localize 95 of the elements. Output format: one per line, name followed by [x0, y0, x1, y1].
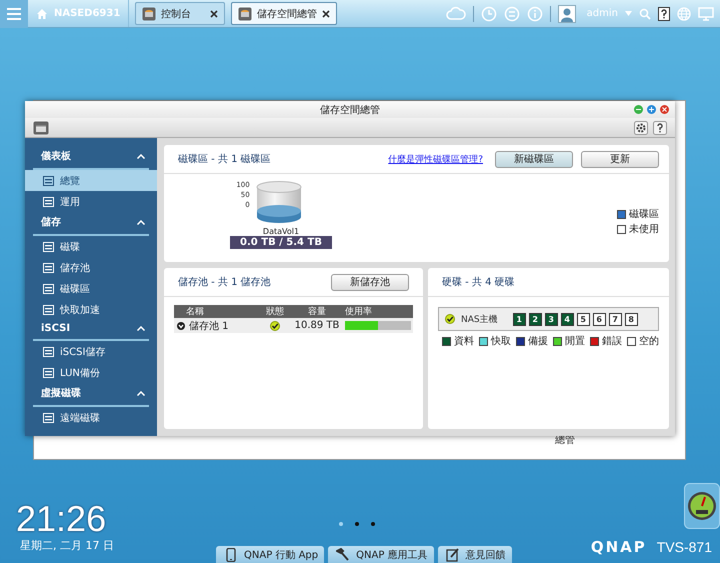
section-title: 儲存 — [41, 216, 61, 229]
sidebar-item[interactable]: 總覽 — [25, 170, 157, 191]
legend-label: 備援 — [528, 335, 548, 348]
collapse-caret-icon[interactable] — [137, 220, 145, 224]
help-link[interactable]: 什麼是彈性磁碟區管理? — [388, 152, 483, 166]
column-header: 使用率 — [345, 306, 373, 318]
item-icon — [43, 262, 54, 272]
item-icon — [43, 196, 54, 206]
sidebar-item[interactable]: 磁碟區 — [25, 278, 157, 299]
dock-button[interactable]: QNAP 行動 App — [216, 546, 324, 563]
brand-logo: QNAP — [590, 538, 647, 556]
disk-slot[interactable]: 4 — [560, 312, 574, 326]
legend-label: 閒置 — [565, 334, 585, 348]
close-icon[interactable] — [210, 10, 218, 18]
legend-label: 磁碟區 — [629, 208, 659, 221]
sidebar-item[interactable]: 磁碟 — [25, 236, 157, 257]
panel-title: 硬碟 - 共 4 硬碟 — [442, 276, 515, 289]
legend-label: 快取 — [491, 334, 511, 348]
item-icon — [43, 176, 54, 186]
home-icon — [36, 8, 48, 20]
section-title: iSCSI — [41, 323, 70, 334]
app-tab[interactable]: 儲存空間總管 — [231, 2, 337, 25]
help-icon[interactable] — [658, 6, 670, 20]
item-icon — [43, 242, 54, 252]
minimize-icon[interactable] — [634, 105, 643, 114]
clock-time: 21:26 — [16, 500, 108, 538]
item-icon — [43, 304, 54, 314]
status-ok-icon — [445, 314, 455, 324]
disk-slot[interactable]: 6 — [592, 312, 606, 326]
page-dot[interactable] — [355, 522, 359, 526]
phone-icon — [224, 548, 238, 562]
disk-slot[interactable]: 7 — [608, 312, 622, 326]
volume-usage: 0.0 TB / 5.4 TB — [230, 236, 332, 249]
help-icon[interactable] — [653, 120, 667, 134]
section-title: 儀表板 — [41, 150, 71, 163]
model-name: TVS-871 — [656, 539, 712, 555]
disk-slot[interactable]: 1 — [512, 312, 526, 326]
host-name: NASED6931 — [54, 8, 120, 19]
panel-button[interactable]: 新磁碟區 — [495, 150, 573, 168]
volume-cylinder-drawing — [256, 181, 302, 225]
panel-title: 磁碟區 - 共 1 磁碟區 — [178, 152, 271, 166]
user-avatar-icon[interactable] — [558, 4, 576, 22]
item-icon — [43, 284, 54, 294]
section-title: 虛擬磁碟 — [41, 386, 81, 400]
close-icon[interactable] — [322, 10, 330, 18]
sidebar-item[interactable]: 運用 — [25, 191, 157, 212]
settings-icon[interactable] — [634, 120, 648, 134]
collapse-caret-icon[interactable] — [137, 326, 145, 331]
sidebar-item[interactable]: 遠端磁碟 — [25, 407, 157, 428]
panel-button[interactable]: 更新 — [581, 150, 659, 168]
clock-date: 星期二, 二月 17 日 — [20, 538, 114, 553]
app-icon — [142, 6, 156, 20]
sidebar-item[interactable]: LUN備份 — [25, 362, 157, 383]
maximize-icon[interactable] — [647, 105, 656, 114]
sidebar-item[interactable]: 快取加速 — [25, 299, 157, 320]
pool-capacity: 10.89 TB — [294, 320, 340, 331]
app-icon — [238, 6, 252, 20]
legend-label: 空的 — [639, 334, 659, 348]
dock-button[interactable]: QNAP 應用工具 — [328, 546, 434, 563]
pool-name: 儲存池 1 — [189, 320, 229, 332]
sidebar-item[interactable]: iSCSI儲存 — [25, 341, 157, 362]
window-title: 儲存空間總管 — [320, 104, 380, 116]
app-tab[interactable]: 控制台 — [135, 2, 225, 25]
item-icon — [43, 346, 54, 356]
column-header: 狀態 — [265, 306, 285, 318]
volume-name: DataVol1 — [262, 227, 300, 236]
enclosure-name: NAS主機 — [461, 314, 498, 326]
column-header: 容量 — [307, 306, 327, 318]
edit-icon — [446, 548, 460, 562]
legend-label: 未使用 — [629, 222, 659, 236]
item-icon — [43, 368, 54, 378]
panel-title: 儲存池 - 共 1 儲存池 — [178, 276, 271, 289]
legend-label: 錯誤 — [602, 334, 622, 348]
sidebar-item[interactable]: 儲存池 — [25, 257, 157, 278]
hammer-icon — [336, 548, 350, 562]
dock-button[interactable]: 意見回饋 — [438, 546, 512, 563]
tab-label: 儲存空間總管 — [257, 8, 317, 20]
disk-slot[interactable]: 3 — [544, 312, 558, 326]
disk-slot[interactable]: 5 — [576, 312, 590, 326]
panel-toggle-icon[interactable] — [33, 120, 49, 134]
collapse-caret-icon[interactable] — [137, 154, 145, 158]
expand-chevron-icon[interactable] — [177, 322, 185, 330]
column-header: 名稱 — [185, 306, 205, 318]
dashboard-gauge-icon[interactable] — [684, 483, 720, 529]
tab-label: 控制台 — [161, 8, 192, 20]
disk-slot[interactable]: 2 — [528, 312, 542, 326]
page-dot[interactable] — [371, 522, 375, 526]
disk-slot[interactable]: 8 — [624, 312, 638, 326]
table-row[interactable]: 儲存池 1 10.89 TB — [174, 318, 413, 333]
legend-label: 資料 — [454, 334, 474, 348]
item-icon — [43, 412, 54, 422]
page-dot[interactable] — [339, 522, 343, 526]
status-ok-icon — [270, 320, 280, 330]
collapse-caret-icon[interactable] — [137, 390, 145, 396]
new-pool-button[interactable]: 新儲存池 — [331, 274, 409, 290]
